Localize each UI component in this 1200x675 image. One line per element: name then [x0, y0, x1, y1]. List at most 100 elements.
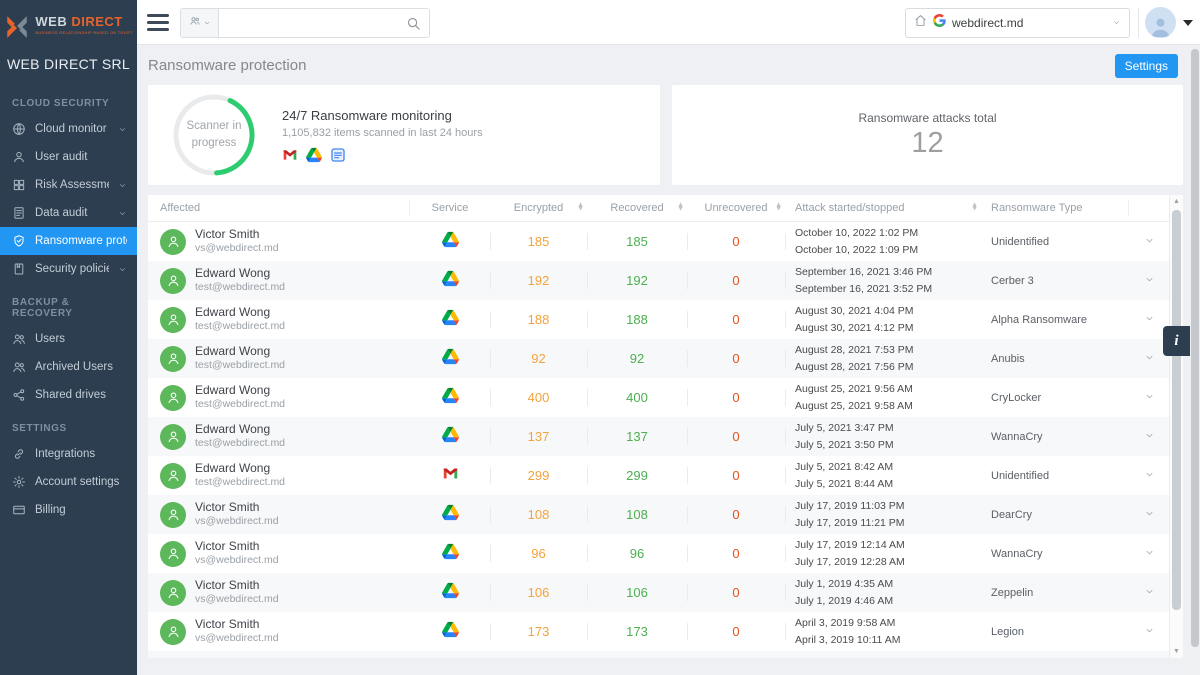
- expand-cell: [1129, 378, 1169, 417]
- encrypted-cell: 96: [490, 534, 587, 573]
- sidebar-item-security-policies[interactable]: Security policies: [0, 255, 137, 283]
- expand-row-chevron-icon[interactable]: [1144, 545, 1155, 563]
- unrecovered-count: 0: [732, 351, 739, 366]
- credit-card-icon: [12, 503, 26, 517]
- attack-started: July 5, 2021 3:47 PM: [795, 420, 894, 436]
- content: Ransomware protection Settings Scanner i…: [137, 45, 1200, 675]
- user-menu[interactable]: [1145, 7, 1193, 38]
- users-scope-icon: [189, 14, 201, 32]
- table-scrollbar-thumb[interactable]: [1172, 210, 1181, 610]
- recovered-count: 400: [626, 390, 648, 405]
- table-body: Victor Smithvs@webdirect.md1851850Octobe…: [148, 222, 1169, 658]
- search-icon[interactable]: [406, 16, 421, 31]
- logo-text: WEB DIRECT: [35, 14, 132, 29]
- affected-user-email: test@webdirect.md: [195, 281, 285, 294]
- sidebar-item-cloud-monitor[interactable]: Cloud monitor: [0, 115, 137, 143]
- sidebar-item-shared-drives[interactable]: Shared drives: [0, 381, 137, 409]
- expand-row-chevron-icon[interactable]: [1144, 623, 1155, 641]
- affected-cell: Victor Smithvs@webdirect.md: [148, 573, 410, 612]
- scroll-up-icon[interactable]: ▲: [1170, 198, 1183, 205]
- sidebar-item-data-audit[interactable]: Data audit: [0, 199, 137, 227]
- expand-row-chevron-icon[interactable]: [1144, 467, 1155, 485]
- sidebar-item-account-settings[interactable]: Account settings: [0, 468, 137, 496]
- user-avatar-icon: [160, 463, 186, 489]
- encrypted-count: 185: [528, 234, 550, 249]
- expand-row-chevron-icon[interactable]: [1144, 272, 1155, 290]
- unrecovered-cell: 0: [687, 300, 785, 339]
- sort-icon[interactable]: ▲▼: [577, 204, 584, 213]
- expand-row-chevron-icon[interactable]: [1144, 311, 1155, 329]
- expand-row-chevron-icon[interactable]: [1144, 506, 1155, 524]
- company-name: WEB DIRECT SRL: [0, 46, 137, 84]
- search-input[interactable]: [219, 9, 429, 37]
- sidebar-item-archived-users[interactable]: Archived Users: [0, 353, 137, 381]
- sidebar-nav: CLOUD SECURITYCloud monitorUser audit Ris…: [0, 84, 137, 524]
- expand-cell: [1129, 534, 1169, 573]
- domain-select[interactable]: webdirect.md: [905, 8, 1130, 38]
- column-header-service: Service: [410, 195, 490, 221]
- attack-stopped: July 17, 2019 12:28 AM: [795, 554, 905, 570]
- info-tab-button[interactable]: i: [1163, 326, 1190, 356]
- table-scrollbar[interactable]: ▲ ▼: [1169, 195, 1183, 658]
- sidebar-item-label: Risk Assessment: [35, 179, 109, 191]
- ransomware-type: Zeppelin: [991, 587, 1033, 599]
- sidebar-item-integrations[interactable]: Integrations: [0, 440, 137, 468]
- google-drive-icon: [442, 231, 459, 253]
- affected-cell: Edward Wongtest@webdirect.md: [148, 417, 410, 456]
- google-drive-icon: [442, 582, 459, 604]
- column-header-encrypted[interactable]: Encrypted▲▼: [490, 195, 587, 221]
- ransomware-type-cell: WannaCry: [981, 417, 1129, 456]
- ransomware-type-cell: Cerber 3: [981, 261, 1129, 300]
- scroll-down-icon[interactable]: ▼: [1170, 648, 1183, 655]
- sidebar-item-user-audit[interactable]: User audit: [0, 143, 137, 171]
- chevron-down-icon: [118, 265, 127, 274]
- sidebar-item-users[interactable]: Users: [0, 325, 137, 353]
- expand-row-chevron-icon[interactable]: [1144, 389, 1155, 407]
- google-drive-icon: [442, 348, 459, 370]
- service-cell: [410, 378, 490, 417]
- attack-started: July 1, 2019 4:35 AM: [795, 576, 893, 592]
- sidebar-item-risk-assessment[interactable]: Risk Assessment: [0, 171, 137, 199]
- chevron-down-icon: [1112, 14, 1121, 32]
- google-drive-icon: [442, 387, 459, 409]
- sidebar-item-label: Security policies: [35, 263, 109, 275]
- service-cell: [410, 651, 490, 658]
- search-scope-dropdown[interactable]: [181, 9, 219, 37]
- affected-user-name: Victor Smith: [195, 227, 279, 242]
- sidebar-item-billing[interactable]: Billing: [0, 496, 137, 524]
- scanner-heading: 24/7 Ransomware monitoring: [282, 108, 483, 123]
- recovered-cell: 137: [587, 417, 687, 456]
- column-header-attack[interactable]: Attack started/stopped▲▼: [785, 195, 981, 221]
- sidebar-section-title: CLOUD SECURITY: [0, 84, 137, 115]
- expand-row-chevron-icon[interactable]: [1144, 428, 1155, 446]
- affected-cell: Edward Wongtest@webdirect.md: [148, 339, 410, 378]
- hamburger-menu-icon[interactable]: [147, 14, 169, 31]
- attack-started: July 17, 2019 12:14 AM: [795, 537, 905, 553]
- share-icon: [12, 388, 26, 402]
- expand-row-chevron-icon[interactable]: [1144, 584, 1155, 602]
- sort-icon[interactable]: ▲▼: [971, 204, 978, 213]
- settings-button[interactable]: Settings: [1115, 54, 1178, 78]
- expand-row-chevron-icon[interactable]: [1144, 233, 1155, 251]
- unrecovered-cell: 0: [687, 495, 785, 534]
- encrypted-cell: [490, 651, 587, 658]
- expand-cell: [1129, 417, 1169, 456]
- user-avatar-icon: [160, 268, 186, 294]
- sidebar-item-ransomware-protection[interactable]: Ransomware protection: [0, 227, 137, 255]
- column-header-recovered[interactable]: Recovered▲▼: [587, 195, 687, 221]
- page-scrollbar-thumb[interactable]: [1191, 49, 1199, 647]
- column-header-unrecovered[interactable]: Unrecovered▲▼: [687, 195, 785, 221]
- encrypted-count: 108: [528, 507, 550, 522]
- page-scrollbar[interactable]: [1190, 45, 1200, 675]
- ransomware-type-cell: WannaCry: [981, 534, 1129, 573]
- attack-stopped: July 17, 2019 11:21 PM: [795, 515, 905, 531]
- attack-started: July 5, 2021 8:42 AM: [795, 459, 893, 475]
- sort-icon[interactable]: ▲▼: [775, 204, 782, 213]
- sort-icon[interactable]: ▲▼: [677, 204, 684, 213]
- expand-row-chevron-icon[interactable]: [1144, 350, 1155, 368]
- attack-stopped: September 16, 2021 3:52 PM: [795, 281, 932, 297]
- sidebar: WEB DIRECT BUSINESS RELATIONSHIP BASED O…: [0, 0, 137, 675]
- attack-dates-cell: July 5, 2021 8:42 AMJuly 5, 2021 8:44 AM: [785, 456, 981, 495]
- user-avatar-icon: [160, 541, 186, 567]
- encrypted-cell: 188: [490, 300, 587, 339]
